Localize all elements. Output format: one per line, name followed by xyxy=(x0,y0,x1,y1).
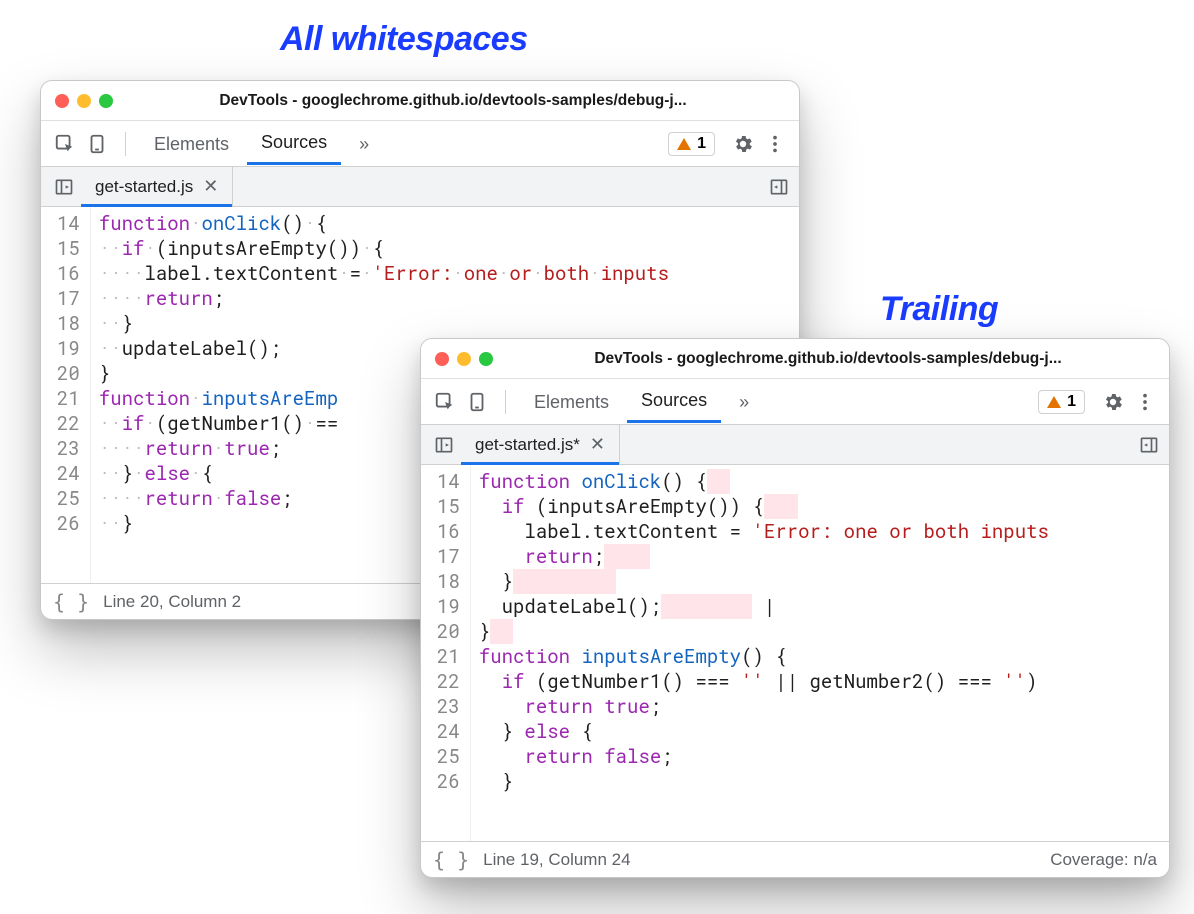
code-content[interactable]: function onClick() { if (inputsAreEmpty(… xyxy=(471,465,1049,841)
file-tab-label: get-started.js xyxy=(95,177,193,197)
close-tab-icon[interactable]: ✕ xyxy=(590,434,605,455)
file-tabs-bar: get-started.js ✕ xyxy=(41,167,799,207)
titlebar: DevTools - googlechrome.github.io/devtoo… xyxy=(421,339,1169,379)
inspect-icon[interactable] xyxy=(431,388,459,416)
tab-elements[interactable]: Elements xyxy=(520,382,623,422)
file-tabs-bar: get-started.js* ✕ xyxy=(421,425,1169,465)
file-tab-get-started-js[interactable]: get-started.js* ✕ xyxy=(461,425,620,464)
coverage-status: Coverage: n/a xyxy=(1050,850,1157,870)
cursor-position: Line 19, Column 24 xyxy=(483,850,630,870)
settings-icon[interactable] xyxy=(729,130,757,158)
settings-icon[interactable] xyxy=(1099,388,1127,416)
close-window-button[interactable] xyxy=(435,352,449,366)
device-toggle-icon[interactable] xyxy=(83,130,111,158)
tab-elements[interactable]: Elements xyxy=(140,124,243,164)
format-icon[interactable]: { } xyxy=(433,848,469,872)
annotation-all-whitespaces: All whitespaces xyxy=(280,20,528,59)
tab-sources[interactable]: Sources xyxy=(247,122,341,165)
navigator-toggle-icon[interactable] xyxy=(427,425,461,464)
code-editor[interactable]: 14151617181920212223242526 function onCl… xyxy=(421,465,1169,841)
warning-icon xyxy=(677,138,691,150)
devtools-toolbar: Elements Sources » 1 xyxy=(41,121,799,167)
devtools-window-trailing: DevTools - googlechrome.github.io/devtoo… xyxy=(420,338,1170,878)
maximize-window-button[interactable] xyxy=(99,94,113,108)
file-tab-label: get-started.js* xyxy=(475,435,580,455)
window-title: DevTools - googlechrome.github.io/devtoo… xyxy=(121,92,785,110)
file-tab-get-started-js[interactable]: get-started.js ✕ xyxy=(81,167,233,206)
traffic-lights xyxy=(435,352,493,366)
line-gutter: 14151617181920212223242526 xyxy=(41,207,91,583)
warning-count: 1 xyxy=(1067,393,1076,411)
kebab-menu-icon[interactable] xyxy=(761,130,789,158)
status-bar: { } Line 19, Column 24 Coverage: n/a xyxy=(421,841,1169,877)
titlebar: DevTools - googlechrome.github.io/devtoo… xyxy=(41,81,799,121)
window-title: DevTools - googlechrome.github.io/devtoo… xyxy=(501,350,1155,368)
warnings-badge[interactable]: 1 xyxy=(1038,390,1085,414)
tab-sources[interactable]: Sources xyxy=(627,380,721,423)
format-icon[interactable]: { } xyxy=(53,590,89,614)
divider xyxy=(125,132,126,156)
warnings-badge[interactable]: 1 xyxy=(668,132,715,156)
minimize-window-button[interactable] xyxy=(77,94,91,108)
line-gutter: 14151617181920212223242526 xyxy=(421,465,471,841)
close-window-button[interactable] xyxy=(55,94,69,108)
tab-overflow[interactable]: » xyxy=(345,124,383,164)
kebab-menu-icon[interactable] xyxy=(1131,388,1159,416)
navigator-toggle-icon[interactable] xyxy=(47,167,81,206)
warning-icon xyxy=(1047,396,1061,408)
devtools-toolbar: Elements Sources » 1 xyxy=(421,379,1169,425)
divider xyxy=(505,390,506,414)
annotation-trailing: Trailing xyxy=(880,290,998,329)
debugger-toggle-icon[interactable] xyxy=(1129,425,1169,464)
traffic-lights xyxy=(55,94,113,108)
inspect-icon[interactable] xyxy=(51,130,79,158)
warning-count: 1 xyxy=(697,135,706,153)
debugger-toggle-icon[interactable] xyxy=(759,167,799,206)
cursor-position: Line 20, Column 2 xyxy=(103,592,241,612)
maximize-window-button[interactable] xyxy=(479,352,493,366)
device-toggle-icon[interactable] xyxy=(463,388,491,416)
minimize-window-button[interactable] xyxy=(457,352,471,366)
tab-overflow[interactable]: » xyxy=(725,382,763,422)
close-tab-icon[interactable]: ✕ xyxy=(203,176,218,197)
